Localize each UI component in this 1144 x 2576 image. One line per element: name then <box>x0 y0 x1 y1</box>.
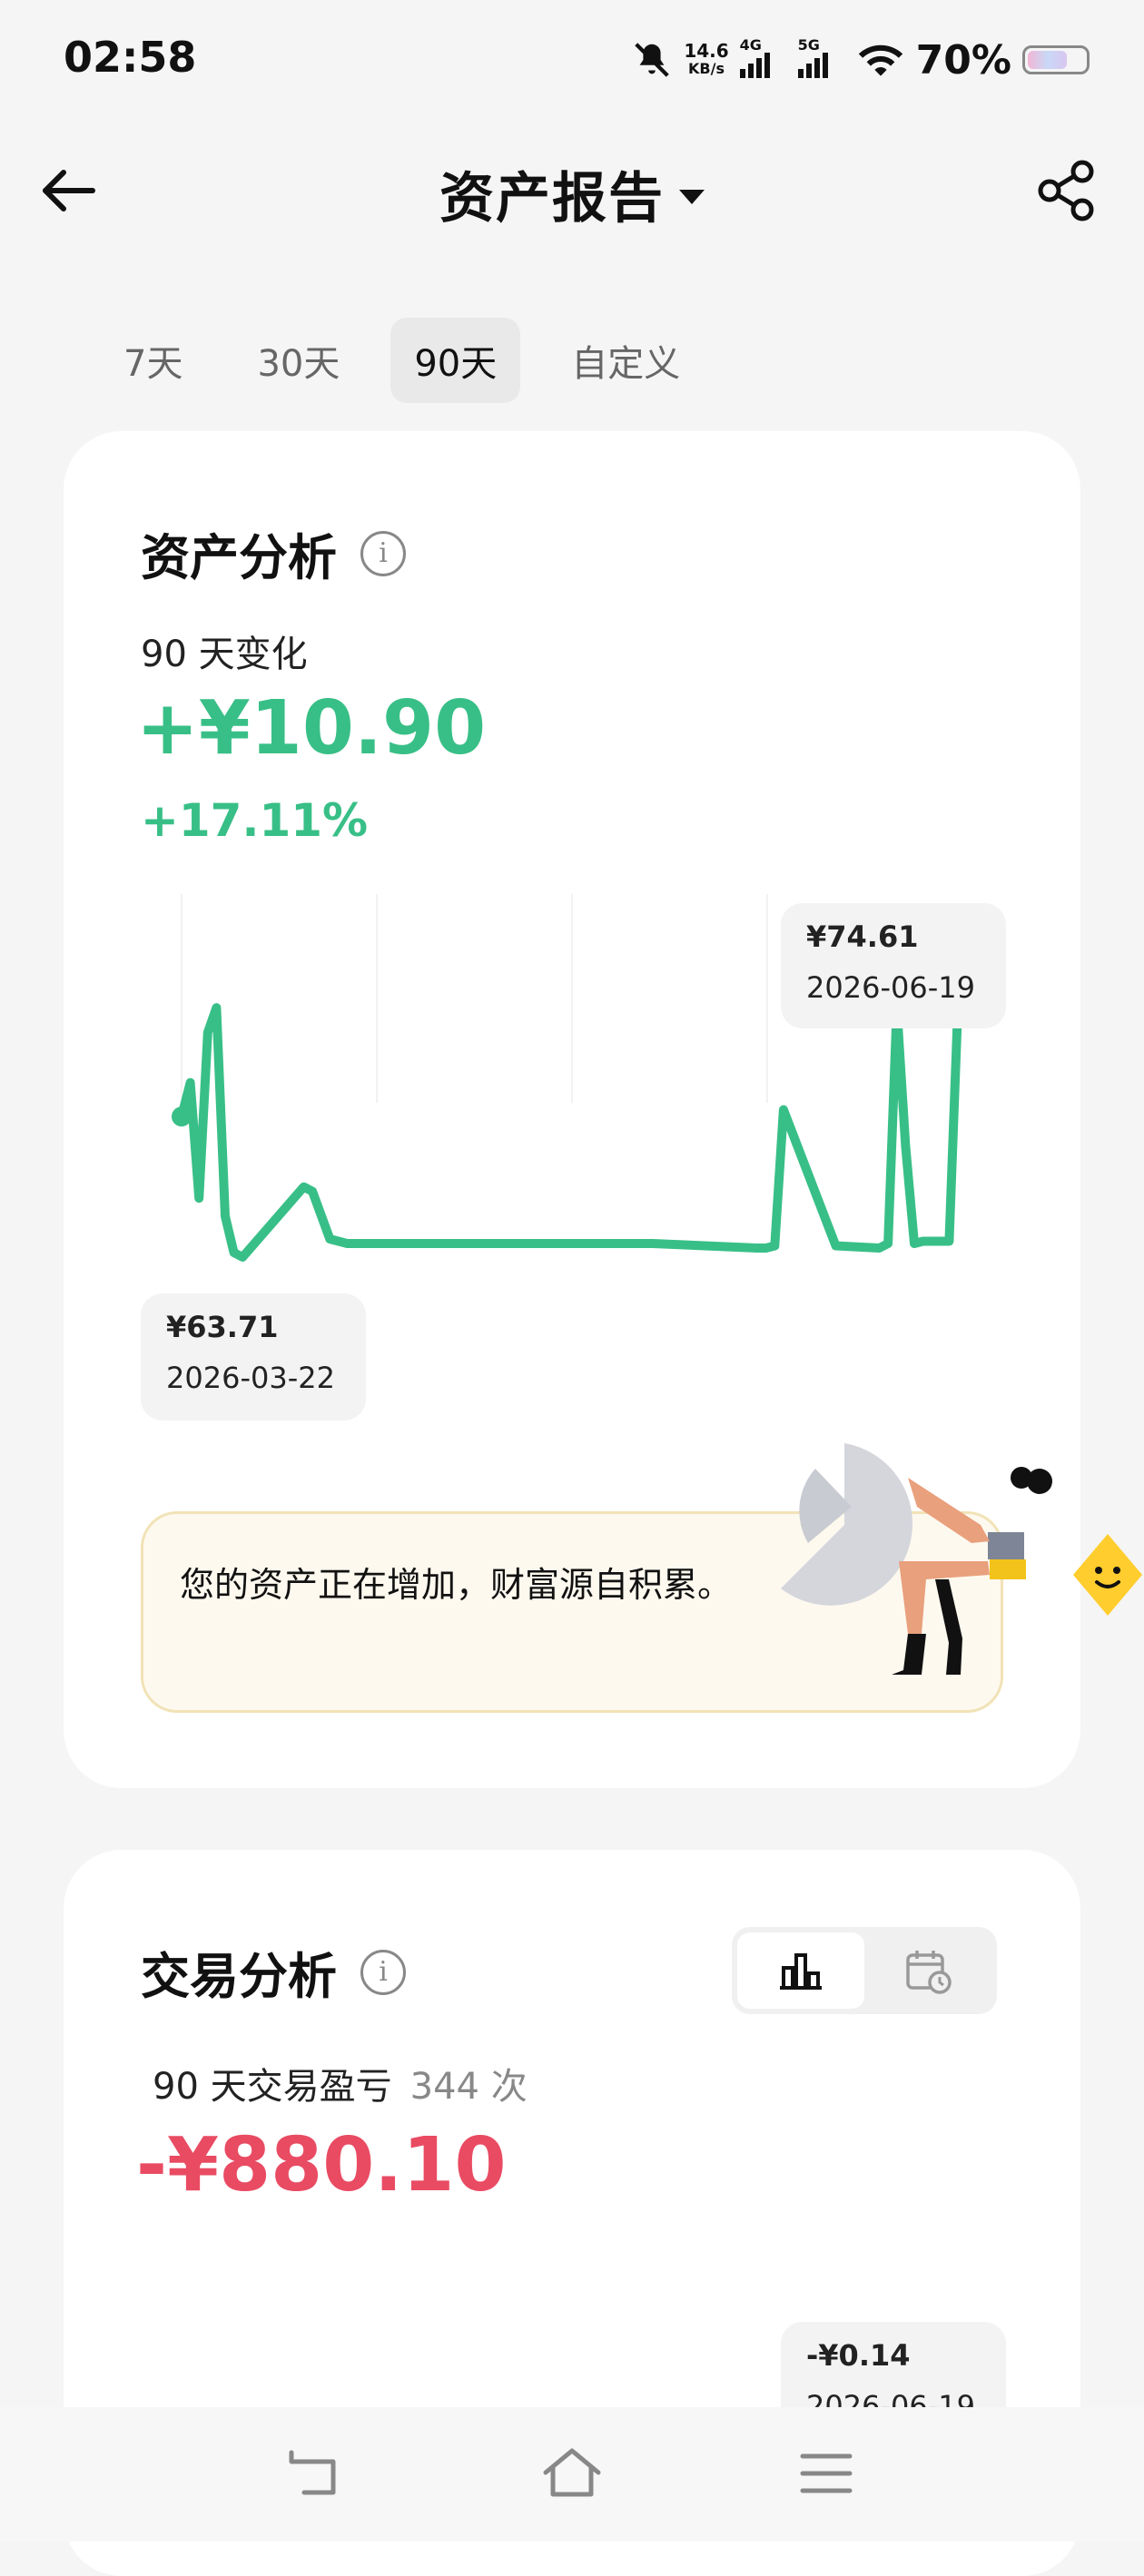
tab-7d[interactable]: 7天 <box>100 318 206 403</box>
trade-pnl-label: 90 天交易盈亏 <box>153 2066 392 2108</box>
signal-4g-label: 4G <box>739 36 762 54</box>
menu-nav-icon[interactable] <box>799 2451 853 2496</box>
page-title: 资产报告 <box>439 167 665 231</box>
trade-analysis-title: 交易分析 <box>141 1948 337 2005</box>
net-speed-unit: KB/s <box>688 60 725 77</box>
calendar-clock-icon <box>906 1951 952 1994</box>
trade-analysis-header: 交易分析 i <box>141 1936 406 2008</box>
trade-pnl-amount: -¥880.10 <box>136 2122 507 2208</box>
chart-start-point <box>172 1106 192 1127</box>
asset-analysis-title: 资产分析 <box>141 529 337 586</box>
info-icon[interactable]: i <box>360 1949 406 1995</box>
change-label: 90 天变化 <box>141 634 308 675</box>
tab-custom[interactable]: 自定义 <box>547 318 704 403</box>
mute-bell-icon <box>635 43 670 77</box>
home-nav-icon[interactable] <box>540 2445 604 2502</box>
tooltip-high: ¥74.61 2026-06-19 <box>781 903 1006 1028</box>
caret-down-icon <box>679 189 705 204</box>
status-time: 02:58 <box>64 33 197 82</box>
share-icon[interactable] <box>1035 159 1099 222</box>
trade-pnl-row: 90 天交易盈亏 344 次 <box>153 2057 528 2109</box>
tab-30d[interactable]: 30天 <box>233 318 363 403</box>
wifi-icon <box>858 44 902 76</box>
signal-5g-icon: 5G <box>797 36 845 78</box>
calendar-view-button[interactable] <box>864 1932 991 2009</box>
asset-analysis-card: 资产分析 i 90 天变化 +¥10.90 +17.11% ¥74.61 202… <box>64 431 1080 1788</box>
battery-icon <box>1022 45 1090 74</box>
period-tabs: 7天 30天 90天 自定义 <box>100 318 704 403</box>
info-icon[interactable]: i <box>360 530 406 576</box>
bar-chart-view-button[interactable] <box>737 1932 864 2009</box>
signal-4g-icon: 4G <box>739 36 787 78</box>
asset-series-line <box>177 1003 962 1262</box>
back-nav-icon[interactable] <box>286 2447 346 2502</box>
status-icons: 14.6 KB/s 4G 5G 70% <box>631 33 1090 87</box>
asset-analysis-header: 资产分析 i <box>141 517 406 589</box>
tooltip-low-value: ¥63.71 <box>166 1310 279 1344</box>
change-amount: +¥10.90 <box>136 685 487 772</box>
tooltip-high-date: 2026-06-19 <box>806 970 975 1005</box>
trade-count: 344 次 <box>409 2066 528 2108</box>
view-toggle <box>732 1927 997 2014</box>
change-percent: +17.11% <box>141 794 369 847</box>
bar-chart-icon <box>780 1953 822 1990</box>
tooltip-low-date: 2026-03-22 <box>166 1361 335 1395</box>
title-dropdown[interactable]: 资产报告 <box>0 154 1144 233</box>
assistant-float-icon[interactable] <box>1071 1529 1144 1620</box>
banner-text: 您的资产正在增加，财富源自积累。 <box>180 1565 733 1605</box>
net-speed: 14.6 KB/s <box>684 42 728 78</box>
tooltip-high-value: ¥74.61 <box>806 919 919 954</box>
tab-90d[interactable]: 90天 <box>390 318 521 403</box>
tooltip-low: ¥63.71 2026-03-22 <box>141 1293 366 1421</box>
trade-tooltip-value: -¥0.14 <box>806 2338 911 2373</box>
system-nav-bar <box>0 2407 1144 2542</box>
signal-5g-label: 5G <box>797 36 820 54</box>
battery-percent: 70% <box>915 36 1011 84</box>
growth-illustration <box>781 1443 1052 1675</box>
net-speed-value: 14.6 <box>684 40 729 62</box>
